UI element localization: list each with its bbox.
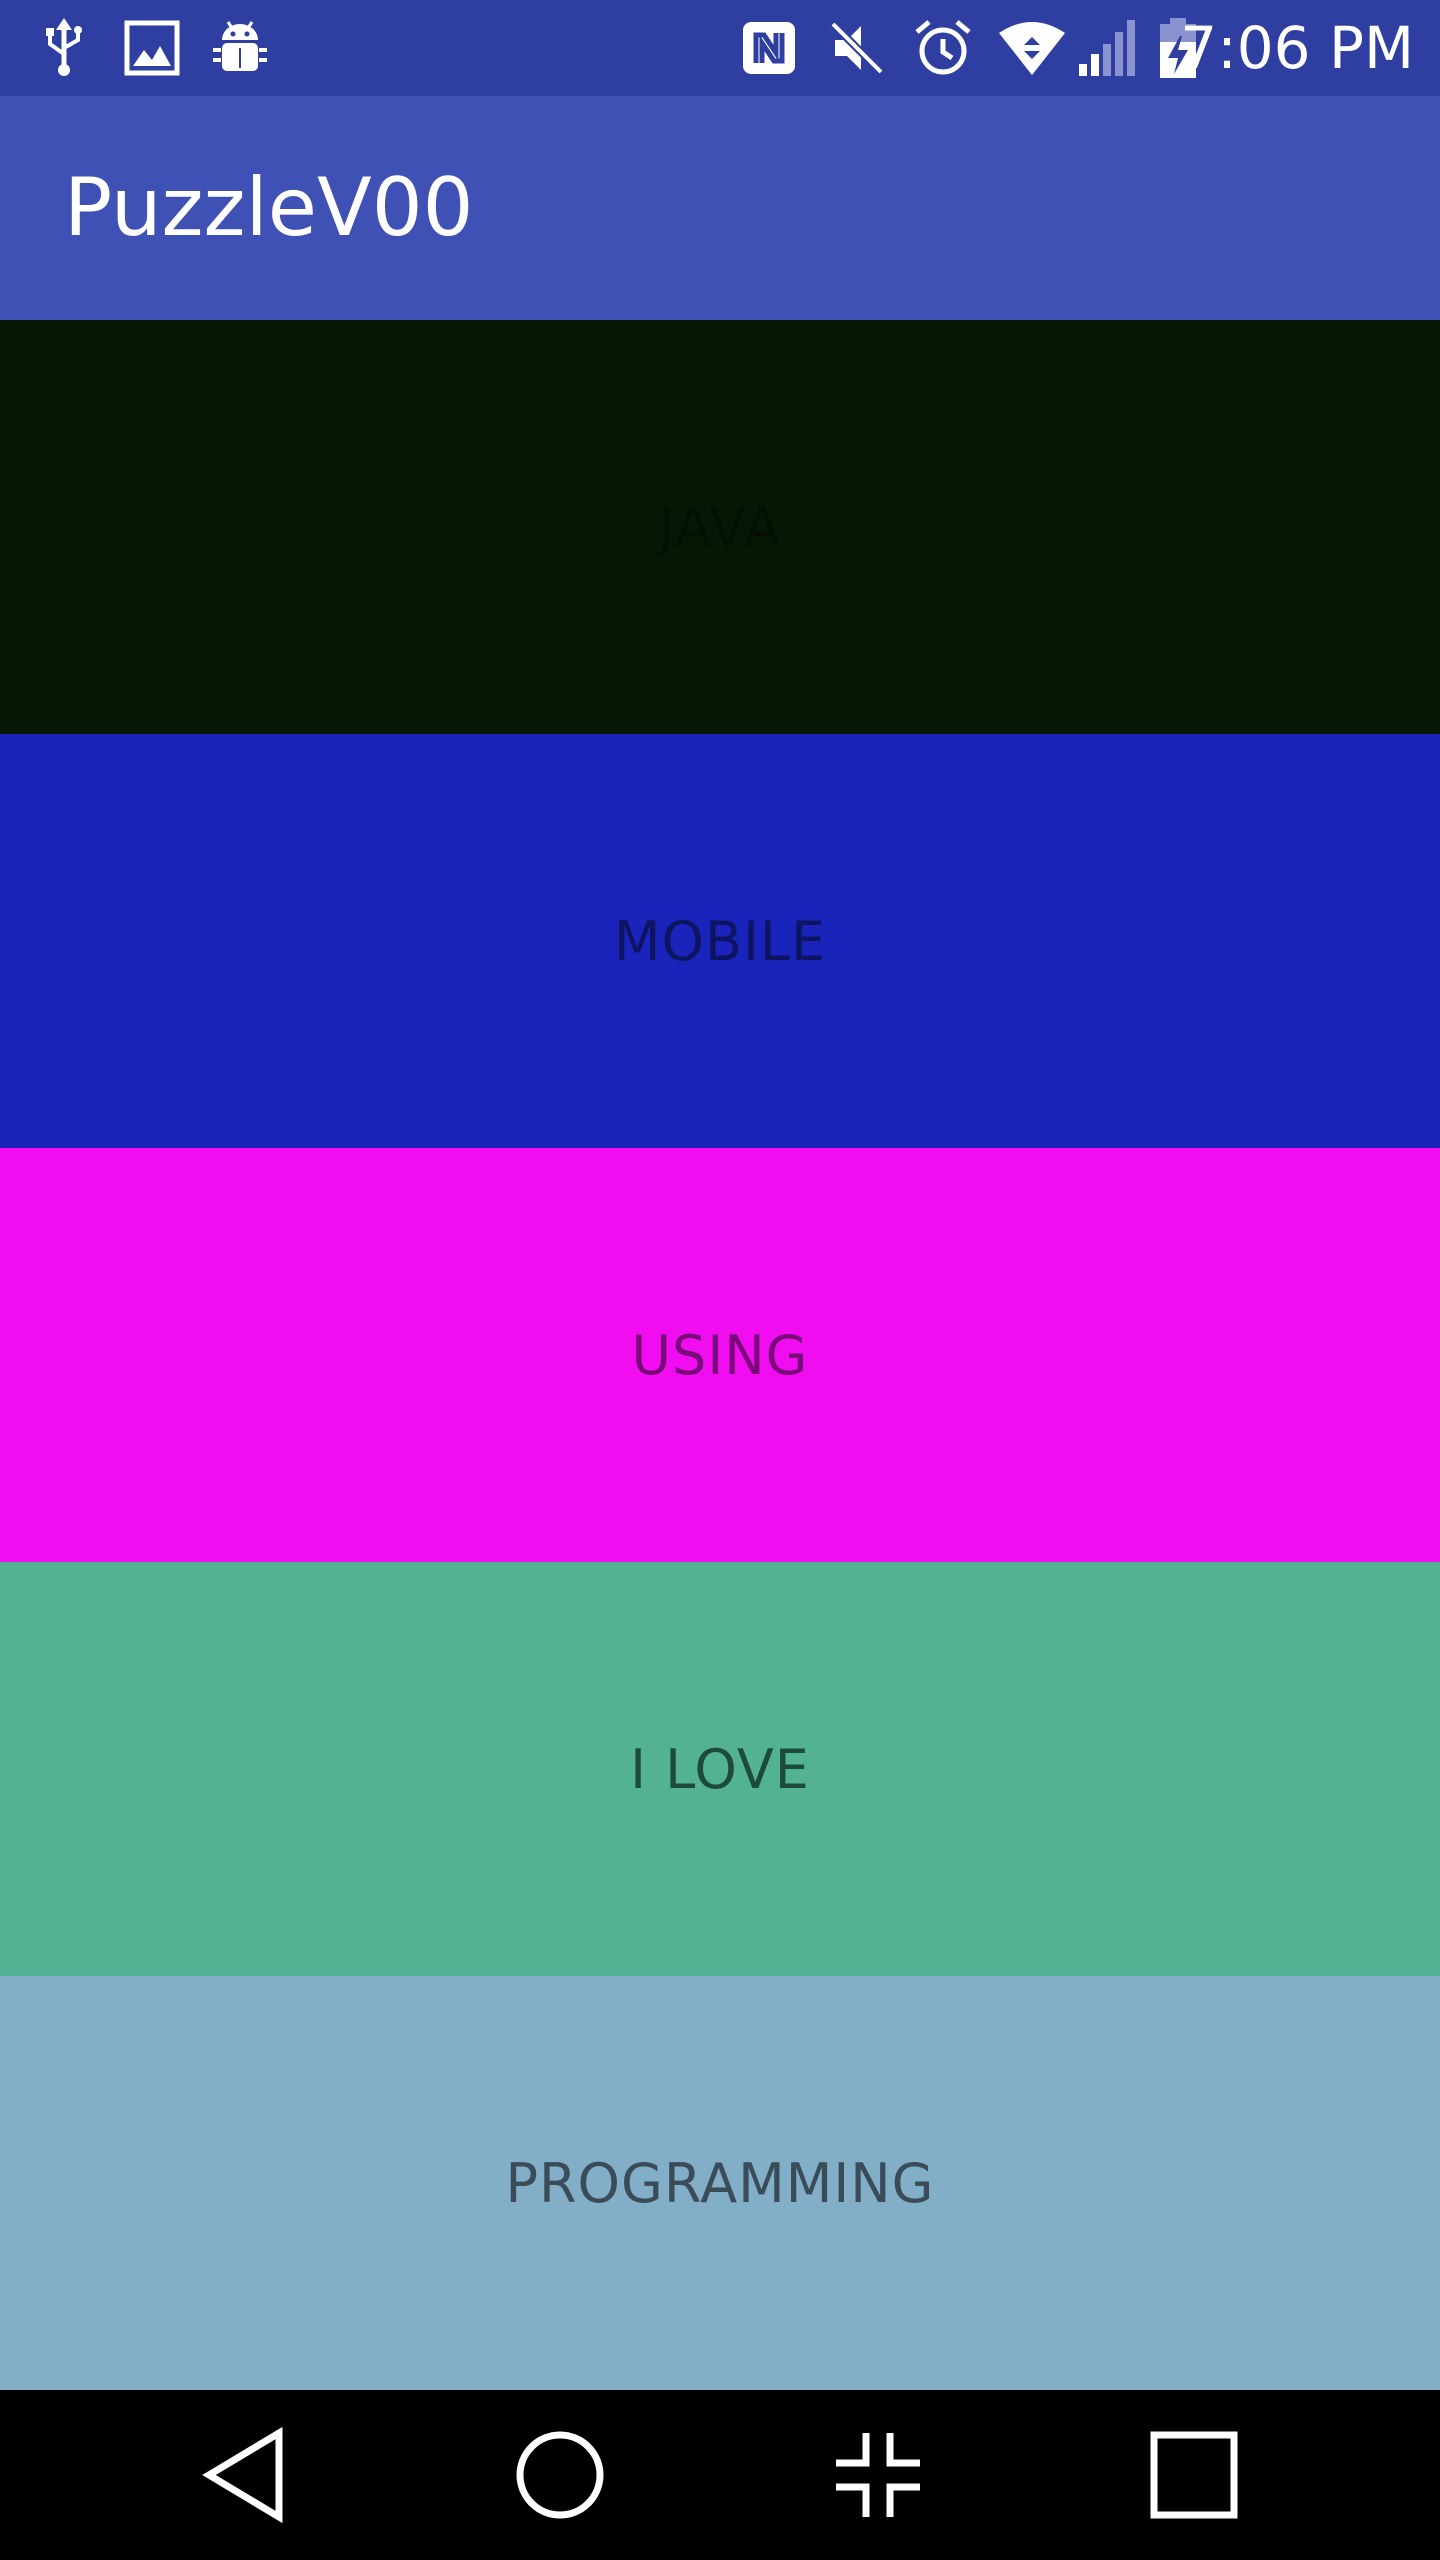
recents-icon <box>1150 2431 1238 2519</box>
panel-using[interactable]: USING <box>0 1148 1440 1562</box>
app-title: PuzzleV00 <box>64 161 474 254</box>
panel-label: USING <box>631 1323 809 1387</box>
image-icon <box>122 14 182 82</box>
split-screen-button[interactable] <box>778 2390 978 2560</box>
home-icon <box>516 2431 604 2519</box>
status-bar: 7:06 PM <box>0 0 1440 96</box>
panel-label: JAVA <box>658 495 782 559</box>
panel-i-love[interactable]: I LOVE <box>0 1562 1440 1976</box>
mute-icon <box>826 14 888 82</box>
recents-button[interactable] <box>1094 2390 1294 2560</box>
home-button[interactable] <box>460 2390 660 2560</box>
alarm-icon <box>912 14 974 82</box>
back-button[interactable] <box>144 2390 344 2560</box>
status-time: 7:06 PM <box>1180 14 1414 82</box>
split-screen-icon <box>836 2433 920 2517</box>
panel-label: PROGRAMMING <box>505 2151 935 2215</box>
app-bar: PuzzleV00 <box>0 96 1440 320</box>
panel-programming[interactable]: PROGRAMMING <box>0 1976 1440 2390</box>
nfc-icon <box>738 14 800 82</box>
panel-label: I LOVE <box>630 1737 810 1801</box>
back-icon <box>202 2426 283 2524</box>
panel-mobile[interactable]: MOBILE <box>0 734 1440 1148</box>
signal-icon <box>1078 14 1136 82</box>
android-debug-icon <box>210 14 270 82</box>
wifi-icon <box>996 14 1068 82</box>
panel-java[interactable]: JAVA <box>0 320 1440 734</box>
usb-icon <box>36 14 92 82</box>
panel-label: MOBILE <box>613 909 827 973</box>
navigation-bar <box>0 2390 1440 2560</box>
